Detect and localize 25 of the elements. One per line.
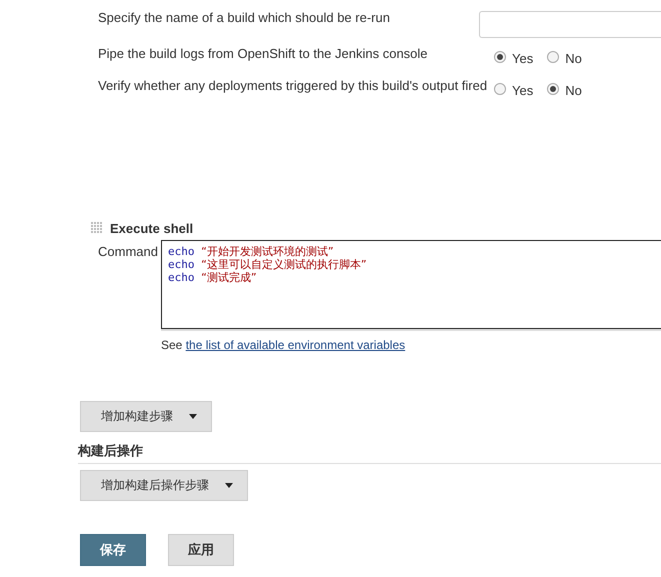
section-heading: 构建后操作 [78,442,661,464]
hint-text: See [161,338,184,352]
field-label: Verify whether any deployments triggered by this build's output fired [97,77,488,93]
radio-button[interactable] [547,83,560,95]
save-button[interactable]: 保存 [80,534,146,566]
add-build-step-button[interactable]: 增加构建步骤 [80,401,212,432]
radio-button[interactable] [494,83,506,95]
apply-button[interactable]: 应用 [168,534,234,566]
field-label: Specify the name of a build which should be re-run [97,9,391,25]
radio-button[interactable] [494,51,506,63]
caret-icon [225,483,233,488]
radio-label: Yes [512,83,534,98]
build-name-field[interactable] [479,11,661,38]
add-post-build-step-button[interactable]: 增加构建后操作步骤 [80,470,248,501]
radio-button[interactable] [547,51,560,63]
caret-icon [189,414,197,419]
radio-label: Yes [512,51,534,66]
drag-handle-icon[interactable] [91,222,103,234]
radio-label: No [565,83,582,98]
step-title: Execute shell [110,220,194,236]
command-field[interactable]: echo “开始开发测试环境的测试” echo “这里可以自定义测试的执行脚本” echo “测试完成” [161,240,661,329]
radio-label: No [565,51,582,66]
command-label: Command [98,243,159,261]
environment-variables-link[interactable]: the list of available environment variables [186,338,406,352]
field-label: Pipe the build logs from OpenShift to the Jenkins console [97,45,429,61]
